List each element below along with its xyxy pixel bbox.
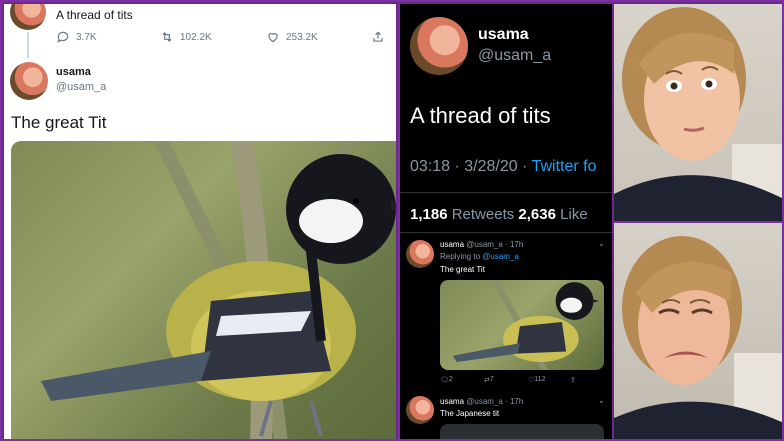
tweet-source-link[interactable]: Twitter fo: [532, 158, 597, 175]
reply-author: usama @usam_a · 17h: [440, 397, 523, 406]
great-tit-photo[interactable]: [11, 141, 396, 439]
reply-retweet-count: 7: [489, 376, 494, 383]
share-icon[interactable]: ⇪: [570, 376, 576, 384]
face-illustration: [614, 7, 782, 221]
likes-number[interactable]: 2,636: [518, 206, 556, 223]
author-name[interactable]: usama: [56, 66, 91, 78]
face-illustration: [614, 236, 782, 439]
reaction-panel: [614, 4, 782, 439]
divider: [400, 192, 612, 193]
parent-tweet-text: A thread of tits: [56, 8, 133, 22]
share-icon: [373, 31, 383, 42]
reply-like-count: 112: [534, 376, 546, 383]
reply-count: 3.7K: [76, 31, 97, 43]
reply-text: The great Tit: [440, 265, 485, 274]
retweet-count: 102.2K: [180, 31, 212, 43]
author-handle[interactable]: @usam_a: [478, 47, 551, 65]
bird-illustration: [41, 141, 396, 439]
heart-icon: [268, 33, 278, 43]
disgusted-face-image: [614, 223, 782, 439]
like-button[interactable]: ♡ 112: [528, 376, 545, 384]
retweets-label[interactable]: Retweets: [452, 206, 515, 223]
likes-label[interactable]: Like: [560, 206, 588, 223]
reply-meta: @usam_a · 17h: [466, 397, 524, 406]
author-avatar[interactable]: [410, 17, 468, 75]
reply-avatar[interactable]: [406, 396, 434, 424]
retweet-button[interactable]: 102.2K: [160, 30, 212, 44]
tweet-text: A thread of tits: [410, 103, 551, 128]
reply-text: The Japanese tit: [440, 409, 500, 418]
reply-button[interactable]: 3.7K: [56, 30, 97, 44]
dark-tweet-panel: usama @usam_a A thread of tits 03:18 · 3…: [398, 4, 612, 439]
author-handle[interactable]: @usam_a: [56, 81, 106, 93]
tweet-timestamp: 03:18 · 3/28/20 · Twitter fo: [410, 158, 596, 176]
reply-author: usama @usam_a · 17h: [440, 240, 523, 249]
retweet-icon: [162, 32, 172, 42]
reply-avatar[interactable]: [406, 240, 434, 268]
reply-reply-count: 2: [448, 376, 453, 383]
reply-author-name[interactable]: usama: [440, 240, 464, 249]
curious-face-image: [614, 4, 782, 221]
replying-prefix: Replying to: [440, 252, 483, 261]
retweet-button[interactable]: ⇄ 7: [484, 376, 494, 384]
share-button[interactable]: [371, 30, 385, 44]
like-button[interactable]: 253.2K: [266, 30, 318, 44]
like-count: 253.2K: [286, 31, 318, 43]
tweet-text: The great Tit: [11, 113, 107, 132]
divider: [400, 232, 612, 233]
chevron-down-icon[interactable]: ⌄: [598, 396, 605, 405]
reply-photo-preview[interactable]: [440, 424, 604, 439]
timestamp-text: 03:18 · 3/28/20 ·: [410, 158, 532, 175]
reply-bird-photo[interactable]: [440, 280, 604, 370]
parent-avatar[interactable]: [10, 4, 46, 30]
author-avatar[interactable]: [10, 62, 48, 100]
reply-author-name[interactable]: usama: [440, 397, 464, 406]
tweet-stats: 1,186 Retweets 2,636 Like: [410, 206, 588, 223]
bird-thumbnail: [452, 280, 599, 370]
replying-handle[interactable]: @usam_a: [482, 252, 519, 261]
reply-meta: @usam_a · 17h: [466, 240, 524, 249]
meme-collage: A thread of tits 3.7K 102.2K 253.2K usam…: [0, 0, 784, 441]
author-name[interactable]: usama: [478, 26, 529, 44]
light-tweet-panel: A thread of tits 3.7K 102.2K 253.2K usam…: [4, 4, 396, 439]
retweets-number[interactable]: 1,186: [410, 206, 448, 223]
replying-to: Replying to @usam_a: [440, 252, 519, 261]
chevron-down-icon[interactable]: ⌄: [598, 239, 605, 248]
thread-line: [27, 32, 29, 58]
reply-button[interactable]: 🗨 2: [440, 376, 453, 384]
parent-tweet-actions: 3.7K 102.2K 253.2K: [56, 30, 391, 48]
reply-icon: [57, 31, 69, 43]
